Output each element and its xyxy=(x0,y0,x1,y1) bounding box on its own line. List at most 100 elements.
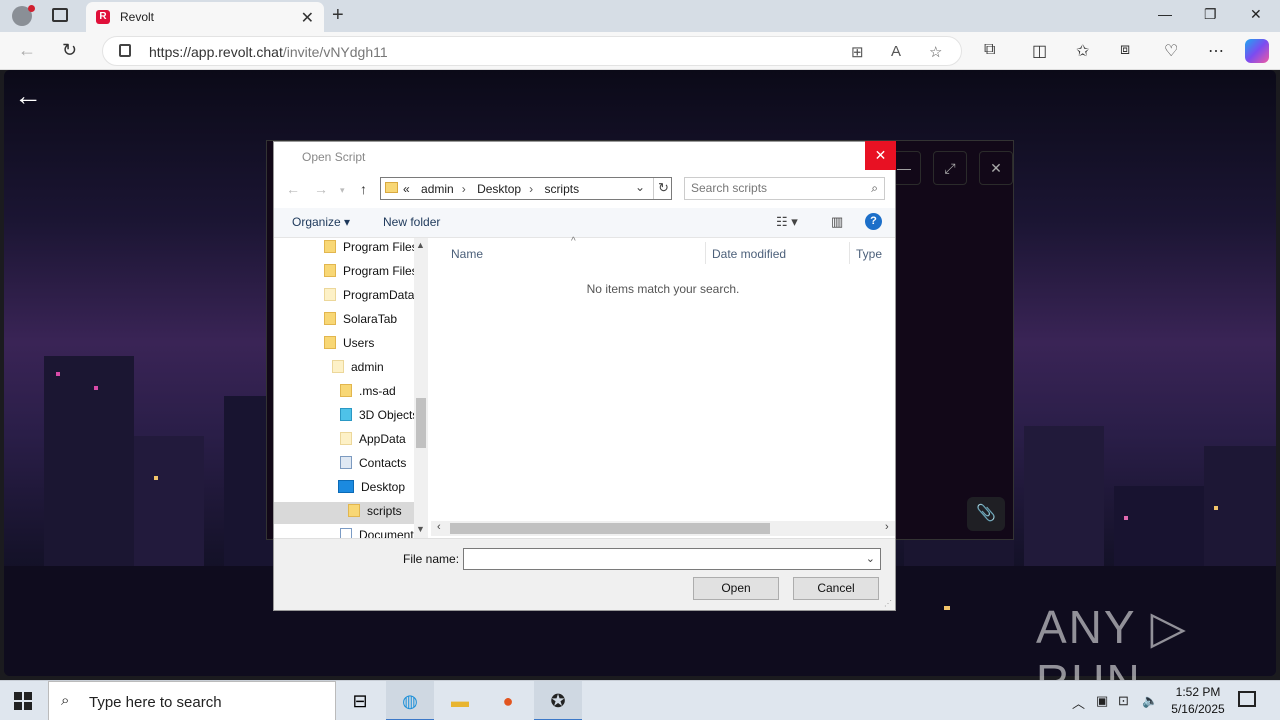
split-screen-icon[interactable]: ◫ xyxy=(1032,41,1047,61)
tree-item-program-files-x86[interactable]: Program Files xyxy=(324,264,418,286)
notifications-icon[interactable] xyxy=(1238,691,1256,707)
tree-item-ms-ad[interactable]: .ms-ad xyxy=(340,384,396,406)
refresh-icon[interactable]: ↻ xyxy=(653,178,673,199)
tab-actions-icon[interactable] xyxy=(52,8,68,22)
back-arrow-icon[interactable]: ← xyxy=(14,80,42,112)
tab-close-icon[interactable]: ✕ xyxy=(301,8,314,28)
scroll-right-icon[interactable]: › xyxy=(885,521,889,533)
search-icon: ⌕ xyxy=(871,181,878,195)
favorite-star-icon[interactable]: ☆ xyxy=(929,43,942,61)
documents-icon xyxy=(340,528,352,538)
collections-icon[interactable]: ⧈ xyxy=(1120,41,1130,59)
window-close-icon[interactable]: ✕ xyxy=(1250,6,1262,23)
tree-item-appdata[interactable]: AppData xyxy=(340,432,406,454)
dialog-forward-icon[interactable]: → xyxy=(314,181,328,197)
edge-icon[interactable]: ◍ xyxy=(386,681,434,720)
modal-close-icon[interactable]: ✕ xyxy=(979,151,1013,185)
organize-button[interactable]: Organize ▾ xyxy=(292,215,350,229)
tree-item-scripts[interactable]: scripts xyxy=(348,504,402,526)
view-options-icon[interactable]: ☷ ▾ xyxy=(776,214,798,230)
lock-icon[interactable] xyxy=(119,44,131,57)
contacts-icon xyxy=(340,456,352,469)
crumb-admin[interactable]: admin xyxy=(421,182,454,196)
tree-item-users[interactable]: Users xyxy=(324,336,374,358)
clock-date: 5/16/2025 xyxy=(1171,702,1225,716)
favorites-icon[interactable]: ✩ xyxy=(1076,41,1089,61)
attachment-icon[interactable]: 📎 xyxy=(967,497,1005,531)
back-icon[interactable]: ← xyxy=(18,40,36,61)
crumb-desktop[interactable]: Desktop xyxy=(477,182,521,196)
network-icon[interactable]: ⊡ xyxy=(1118,693,1129,709)
device-icon[interactable]: ▣ xyxy=(1096,693,1108,709)
file-name-combobox[interactable]: ⌄ xyxy=(463,548,881,570)
crumb-scripts[interactable]: scripts xyxy=(544,182,579,196)
address-bar[interactable]: https://app.revolt.chat/invite/vNYdgh11 … xyxy=(102,36,962,66)
firefox-icon[interactable]: ● xyxy=(484,681,532,720)
path-dropdown-icon[interactable]: ⌄ xyxy=(635,180,645,194)
tree-item-documents[interactable]: Documents xyxy=(340,528,420,538)
file-name-input[interactable] xyxy=(468,550,858,568)
folder-icon xyxy=(324,264,336,277)
scroll-down-icon[interactable]: ▼ xyxy=(416,524,425,534)
tree-scrollbar[interactable]: ▲ ▼ xyxy=(414,238,428,538)
windows-taskbar: ⌕ Type here to search ⊟ ◍ ▬ ● ✪ ︿ ▣ ⊡ 🔈 … xyxy=(0,680,1280,720)
column-date-modified[interactable]: Date modified xyxy=(712,247,786,261)
windows-start-icon[interactable] xyxy=(14,692,32,710)
resize-grip-icon[interactable]: ⋰ xyxy=(884,599,892,608)
tree-item-program-files[interactable]: Program Files xyxy=(324,240,418,262)
restore-icon[interactable]: ❐ xyxy=(1204,6,1217,23)
show-hidden-icons-icon[interactable]: ︿ xyxy=(1072,693,1085,712)
more-menu-icon[interactable]: ⋯ xyxy=(1208,41,1224,61)
command-bar: Organize ▾ New folder ☷ ▾ ▥ ? xyxy=(274,208,895,238)
new-folder-button[interactable]: New folder xyxy=(383,215,440,229)
column-divider[interactable] xyxy=(705,242,706,264)
tree-item-3d-objects[interactable]: 3D Objects xyxy=(340,408,418,430)
new-tab-icon[interactable]: + xyxy=(332,4,344,27)
browser-tab[interactable]: R Revolt ✕ xyxy=(86,2,324,32)
expand-icon[interactable]: ⤢ xyxy=(933,151,967,185)
navigation-pane: Program Files Program Files ProgramData … xyxy=(274,238,428,538)
reload-icon[interactable]: ↻ xyxy=(62,40,77,61)
task-view-icon[interactable]: ⊟ xyxy=(336,681,384,720)
help-icon[interactable]: ? xyxy=(865,213,882,230)
3d-objects-icon xyxy=(340,408,352,421)
read-aloud-icon[interactable]: A xyxy=(891,43,901,60)
column-name[interactable]: Name xyxy=(451,247,483,261)
tree-item-desktop[interactable]: Desktop xyxy=(338,480,405,502)
column-divider[interactable] xyxy=(849,242,850,264)
tree-item-contacts[interactable]: Contacts xyxy=(340,456,406,478)
preview-pane-icon[interactable]: ▥ xyxy=(831,214,843,230)
file-name-dropdown-icon[interactable]: ⌄ xyxy=(866,552,875,565)
up-folder-icon[interactable]: ↑ xyxy=(360,181,367,197)
search-input[interactable] xyxy=(691,181,857,195)
taskbar-clock[interactable]: 1:52 PM 5/16/2025 xyxy=(1168,684,1228,718)
minimize-icon[interactable]: — xyxy=(1158,6,1172,22)
copilot-icon[interactable] xyxy=(1245,39,1269,63)
search-box[interactable]: ⌕ xyxy=(684,177,885,200)
tree-item-programdata[interactable]: ProgramData xyxy=(324,288,414,310)
tab-title: Revolt xyxy=(120,10,155,24)
browser-essentials-icon[interactable]: ♡ xyxy=(1164,41,1178,61)
volume-icon[interactable]: 🔈 xyxy=(1142,693,1158,709)
tree-item-solaratab[interactable]: SolaraTab xyxy=(324,312,397,334)
taskbar-search[interactable]: ⌕ Type here to search xyxy=(48,681,336,720)
cancel-button[interactable]: Cancel xyxy=(793,577,879,600)
dialog-back-icon[interactable]: ← xyxy=(286,181,300,197)
list-hscrollbar[interactable]: ‹ › xyxy=(431,521,895,536)
path-breadcrumb[interactable]: « admin › Desktop › scripts ⌄ ↻ xyxy=(380,177,672,200)
folder-icon xyxy=(340,384,352,397)
scroll-left-icon[interactable]: ‹ xyxy=(437,521,441,533)
hscroll-thumb[interactable] xyxy=(450,523,770,534)
extensions-icon[interactable]: ⧉ xyxy=(984,41,995,59)
app-available-icon[interactable]: ⊞ xyxy=(851,43,864,61)
search-icon: ⌕ xyxy=(61,692,70,709)
tree-item-admin[interactable]: admin xyxy=(332,360,384,382)
column-type[interactable]: Type xyxy=(856,247,882,261)
file-explorer-icon[interactable]: ▬ xyxy=(436,681,484,720)
scroll-up-icon[interactable]: ▲ xyxy=(416,240,425,250)
pinned-app-icon[interactable]: ✪ xyxy=(534,681,582,720)
open-button[interactable]: Open xyxy=(693,577,779,600)
scroll-thumb[interactable] xyxy=(416,398,426,448)
recent-locations-icon[interactable]: ▾ xyxy=(340,185,345,196)
dialog-close-icon[interactable]: ✕ xyxy=(865,141,896,170)
